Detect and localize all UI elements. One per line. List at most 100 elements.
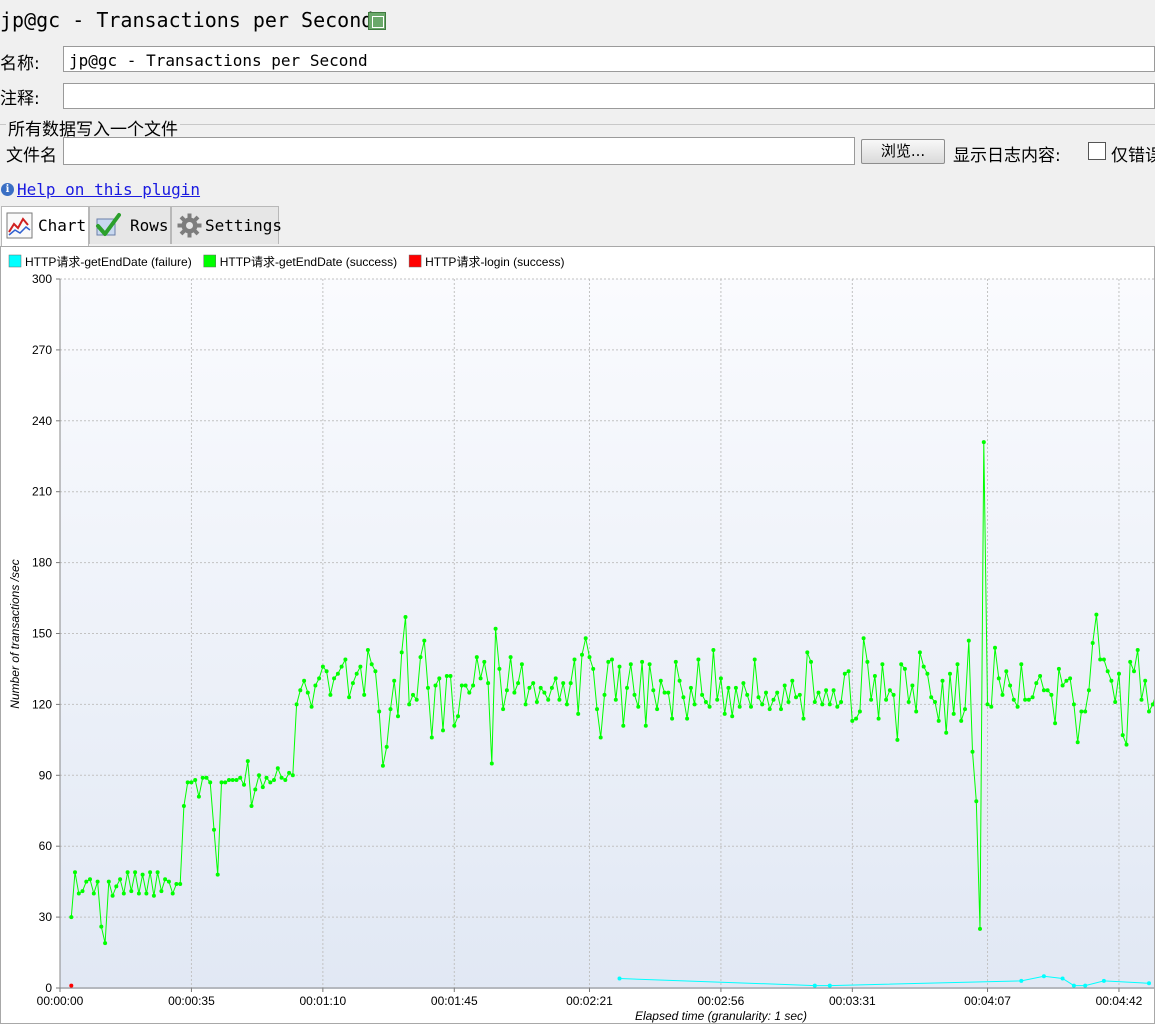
data-point — [887, 688, 892, 693]
data-point — [831, 688, 836, 693]
data-point — [794, 695, 798, 700]
y-tick-label: 240 — [32, 414, 52, 428]
data-point — [801, 716, 806, 721]
data-point — [703, 700, 708, 704]
data-point — [1041, 974, 1046, 979]
data-point — [234, 778, 239, 782]
data-point — [260, 785, 265, 790]
data-point — [910, 683, 915, 688]
data-point — [850, 718, 855, 723]
x-tick-label: 00:03:31 — [829, 994, 876, 1008]
data-point — [564, 702, 569, 707]
data-point — [467, 690, 472, 695]
data-point — [1101, 657, 1106, 662]
y-tick-label: 0 — [45, 981, 52, 995]
data-point — [824, 688, 829, 693]
data-point — [681, 695, 686, 700]
data-point — [647, 662, 652, 667]
data-point — [332, 676, 337, 681]
data-point — [95, 879, 100, 884]
tab-rows[interactable]: Rows — [89, 206, 171, 244]
legend-swatch — [203, 254, 216, 268]
data-point — [320, 664, 325, 669]
expand-icon[interactable] — [368, 12, 386, 30]
data-point — [1000, 692, 1005, 697]
data-point — [230, 778, 235, 782]
file-field[interactable] — [63, 137, 855, 165]
data-point — [264, 775, 269, 780]
data-point — [275, 766, 280, 771]
data-point — [542, 690, 547, 695]
data-point — [380, 763, 385, 768]
data-point — [358, 664, 363, 669]
data-point — [1101, 978, 1106, 983]
data-point — [1143, 678, 1148, 683]
data-point — [857, 709, 862, 714]
data-point — [921, 664, 926, 669]
data-point — [249, 804, 254, 808]
data-point — [1083, 983, 1088, 988]
data-point — [733, 685, 738, 690]
data-point — [268, 780, 273, 785]
data-point — [1026, 697, 1031, 702]
data-point — [812, 983, 817, 988]
data-point — [606, 659, 611, 664]
data-point — [354, 671, 359, 676]
data-point — [568, 681, 573, 686]
data-point — [839, 700, 844, 704]
data-point — [902, 666, 907, 671]
data-point — [561, 681, 566, 686]
data-point — [313, 683, 318, 688]
data-point — [166, 879, 171, 884]
x-axis-label: Elapsed time (granularity: 1 sec) — [635, 1009, 807, 1023]
errors-only-label: 仅错误 — [1111, 146, 1155, 166]
data-point — [580, 652, 584, 657]
data-point — [632, 692, 637, 697]
data-point — [782, 683, 787, 688]
data-point — [809, 659, 813, 664]
data-point — [148, 870, 153, 875]
data-point — [959, 718, 964, 723]
data-point — [617, 976, 622, 981]
legend-label: HTTP请求-getEndDate (success) — [220, 255, 397, 269]
data-point — [1128, 659, 1133, 664]
y-axis-label: Number of transactions /sec — [8, 559, 22, 708]
data-point — [741, 681, 746, 686]
data-point — [655, 707, 660, 712]
help-link[interactable]: Help on this plugin — [17, 180, 200, 199]
data-point — [504, 688, 509, 693]
comment-label: 注释: — [0, 89, 40, 109]
name-field[interactable]: jp@gc - Transactions per Second — [63, 46, 1155, 72]
data-point — [452, 723, 457, 728]
data-point — [756, 695, 761, 700]
data-point — [1030, 695, 1035, 700]
data-point — [441, 728, 445, 733]
data-point — [136, 891, 141, 896]
data-point — [718, 676, 723, 681]
data-point — [805, 650, 810, 655]
tab-settings[interactable]: Settings — [171, 206, 282, 244]
comment-field[interactable] — [63, 83, 1155, 109]
chart-icon — [6, 212, 33, 239]
data-point — [362, 692, 367, 697]
data-point — [730, 714, 735, 719]
errors-only-checkbox[interactable] — [1088, 142, 1106, 160]
data-point — [951, 711, 956, 716]
data-point — [715, 697, 720, 702]
data-point — [471, 683, 476, 688]
data-point — [861, 636, 866, 641]
data-point — [365, 648, 370, 652]
browse-button[interactable]: 浏览... — [861, 139, 945, 164]
data-point — [1053, 721, 1058, 726]
data-point — [933, 700, 937, 704]
data-point — [426, 685, 430, 690]
data-point — [1071, 983, 1076, 988]
data-point — [1019, 662, 1024, 667]
tab-chart[interactable]: Chart — [1, 206, 89, 247]
data-point — [790, 678, 795, 683]
data-point — [512, 690, 517, 695]
data-point — [1147, 709, 1151, 714]
data-point — [1075, 740, 1080, 745]
data-point — [373, 669, 378, 674]
data-point — [399, 650, 404, 655]
